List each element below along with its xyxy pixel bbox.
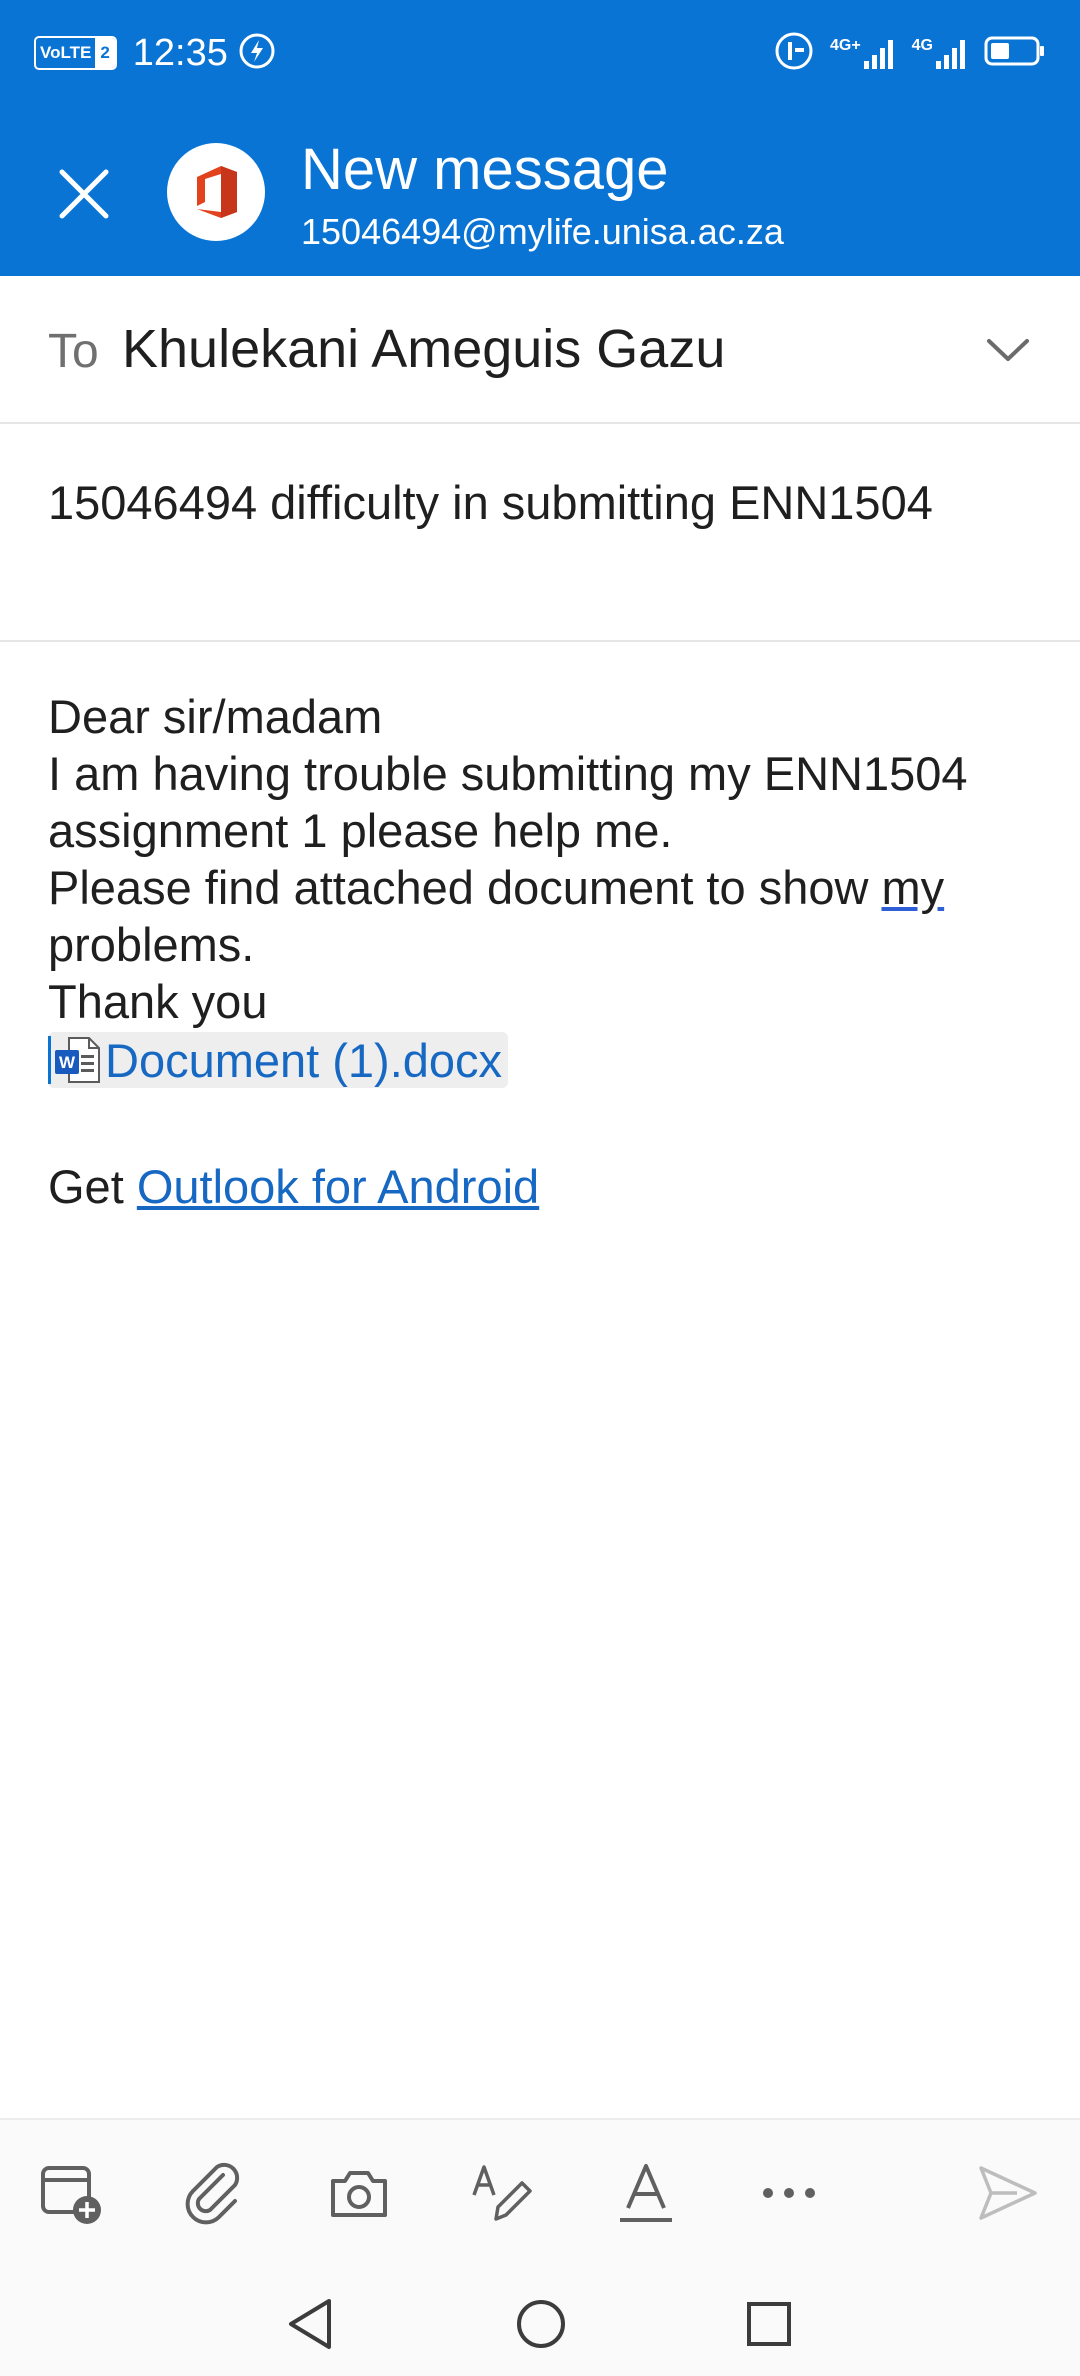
attach-icon [185,2162,240,2225]
format-text-button[interactable] [596,2120,696,2266]
app-header: VoLTE 2 12:35 4G+ 4G New message 1504649… [0,0,1080,276]
more-icon [763,2188,815,2198]
svg-text:W: W [59,1053,76,1072]
signal-icon-sim2: 4G [912,37,970,69]
back-icon [289,2299,331,2349]
close-icon [59,169,109,219]
signature: Get Outlook for Android [48,1158,1048,1215]
flash-charge-icon [238,32,276,75]
volte-label: VoLTE [40,43,92,62]
volte-indicator: VoLTE 2 [34,36,117,70]
camera-icon [331,2171,387,2217]
recents-button[interactable] [729,2284,809,2364]
page-title: New message [301,137,669,202]
draw-button[interactable] [452,2120,552,2266]
system-nav-bar [0,2264,1080,2376]
home-icon [517,2300,565,2348]
home-button[interactable] [501,2284,581,2364]
recipient-chip[interactable]: Khulekani Ameguis Gazu [122,318,725,380]
outlook-android-link[interactable]: Outlook for Android [137,1160,539,1213]
subject-field[interactable]: 15046494 difficulty in submitting ENN150… [0,424,1080,642]
network-type-2: 4G [911,37,933,54]
attach-button[interactable] [165,2120,265,2266]
office-logo-icon [167,143,265,241]
chevron-down-icon[interactable] [978,320,1038,380]
signature-text: Get [48,1160,137,1213]
spellcheck-word[interactable]: my [881,861,944,914]
recipient-row[interactable]: To Khulekani Ameguis Gazu [0,276,1080,424]
format-text-icon [620,2164,672,2222]
account-email: 15046494@mylife.unisa.ac.za [301,211,784,252]
subject-text[interactable]: 15046494 difficulty in submitting ENN150… [48,474,1008,532]
network-type-1: 4G+ [829,37,861,54]
body-line: problems. [48,918,255,971]
attachment-link[interactable]: W Document (1).docx [48,1032,509,1089]
body-line: Thank you [48,975,268,1028]
body-line: assignment 1 please help me. [48,804,673,857]
send-button[interactable] [958,2120,1058,2266]
clock: 12:35 [132,31,228,74]
compose-toolbar [0,2118,1080,2264]
to-label: To [48,325,99,378]
signal-icon-sim1: 4G+ [830,37,898,69]
sim-number: 2 [95,38,115,68]
new-event-button[interactable] [22,2120,122,2266]
body-line: I am having trouble submitting my ENN150… [48,747,968,800]
hd-call-icon [774,31,816,76]
message-body[interactable]: Dear sir/madam I am having trouble submi… [48,688,1048,1215]
body-text: Please find attached document to show [48,861,882,914]
text-cursor [48,1036,51,1084]
send-icon [979,2166,1037,2220]
word-document-icon: W [53,1035,101,1085]
body-line: Dear sir/madam [48,690,383,743]
body-line: Please find attached document to show my [48,859,1048,916]
camera-button[interactable] [309,2120,409,2266]
status-bar: VoLTE 2 12:35 4G+ 4G [0,0,1080,106]
new-event-icon [41,2166,101,2224]
more-options-button[interactable] [739,2120,839,2266]
attachment-name[interactable]: Document (1).docx [105,1032,502,1089]
battery-icon [984,35,1046,72]
draw-icon [472,2165,532,2221]
close-button[interactable] [48,158,120,230]
recents-icon [747,2302,791,2346]
back-button[interactable] [270,2284,350,2364]
